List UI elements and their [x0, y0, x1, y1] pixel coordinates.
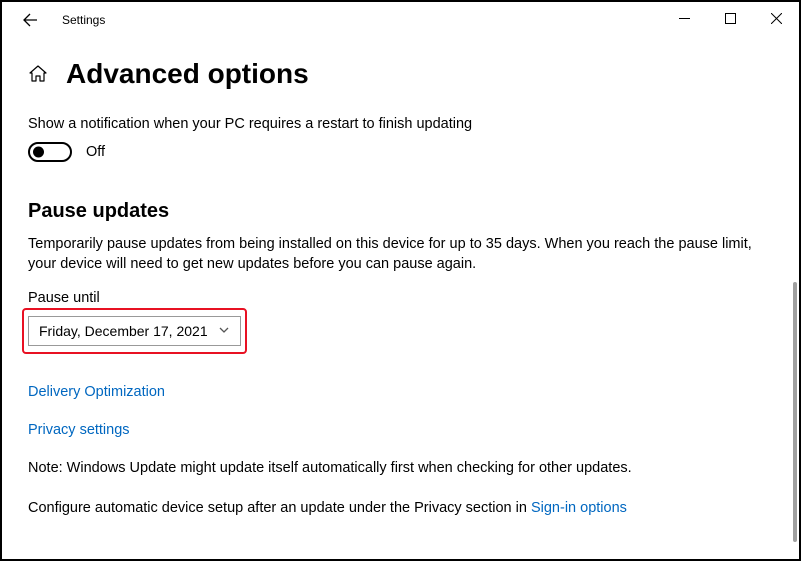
- toggle-state-label: Off: [86, 144, 105, 160]
- update-note: Note: Windows Update might update itself…: [28, 460, 773, 476]
- notification-toggle-row: Off: [28, 142, 773, 162]
- minimize-icon: [679, 13, 690, 24]
- window-controls: [661, 2, 799, 34]
- chevron-down-icon: [218, 323, 230, 339]
- configure-note-text: Configure automatic device setup after a…: [28, 500, 531, 516]
- content-area: Advanced options Show a notification whe…: [2, 38, 799, 516]
- pause-until-dropdown[interactable]: Friday, December 17, 2021: [28, 316, 241, 346]
- scrollbar[interactable]: [793, 282, 797, 542]
- home-icon[interactable]: [28, 64, 48, 84]
- configure-note: Configure automatic device setup after a…: [28, 500, 773, 516]
- back-button[interactable]: [14, 4, 46, 36]
- titlebar: Settings: [2, 2, 799, 38]
- close-icon: [771, 13, 782, 24]
- minimize-button[interactable]: [661, 2, 707, 34]
- window-title: Settings: [62, 13, 105, 27]
- pause-updates-heading: Pause updates: [28, 200, 773, 223]
- arrow-left-icon: [22, 12, 38, 28]
- maximize-button[interactable]: [707, 2, 753, 34]
- close-button[interactable]: [753, 2, 799, 34]
- delivery-optimization-link[interactable]: Delivery Optimization: [28, 384, 773, 400]
- pause-updates-description: Temporarily pause updates from being ins…: [28, 235, 773, 274]
- signin-options-link[interactable]: Sign-in options: [531, 500, 627, 516]
- pause-until-value: Friday, December 17, 2021: [39, 323, 208, 339]
- maximize-icon: [725, 13, 736, 24]
- pause-until-label: Pause until: [28, 290, 773, 306]
- page-header: Advanced options: [28, 58, 773, 90]
- page-title: Advanced options: [66, 58, 309, 90]
- privacy-settings-link[interactable]: Privacy settings: [28, 422, 773, 438]
- home-icon-svg: [28, 64, 48, 84]
- notification-toggle[interactable]: [28, 142, 72, 162]
- toggle-knob: [33, 147, 44, 158]
- links-section: Delivery Optimization Privacy settings: [28, 384, 773, 438]
- notification-description: Show a notification when your PC require…: [28, 116, 773, 132]
